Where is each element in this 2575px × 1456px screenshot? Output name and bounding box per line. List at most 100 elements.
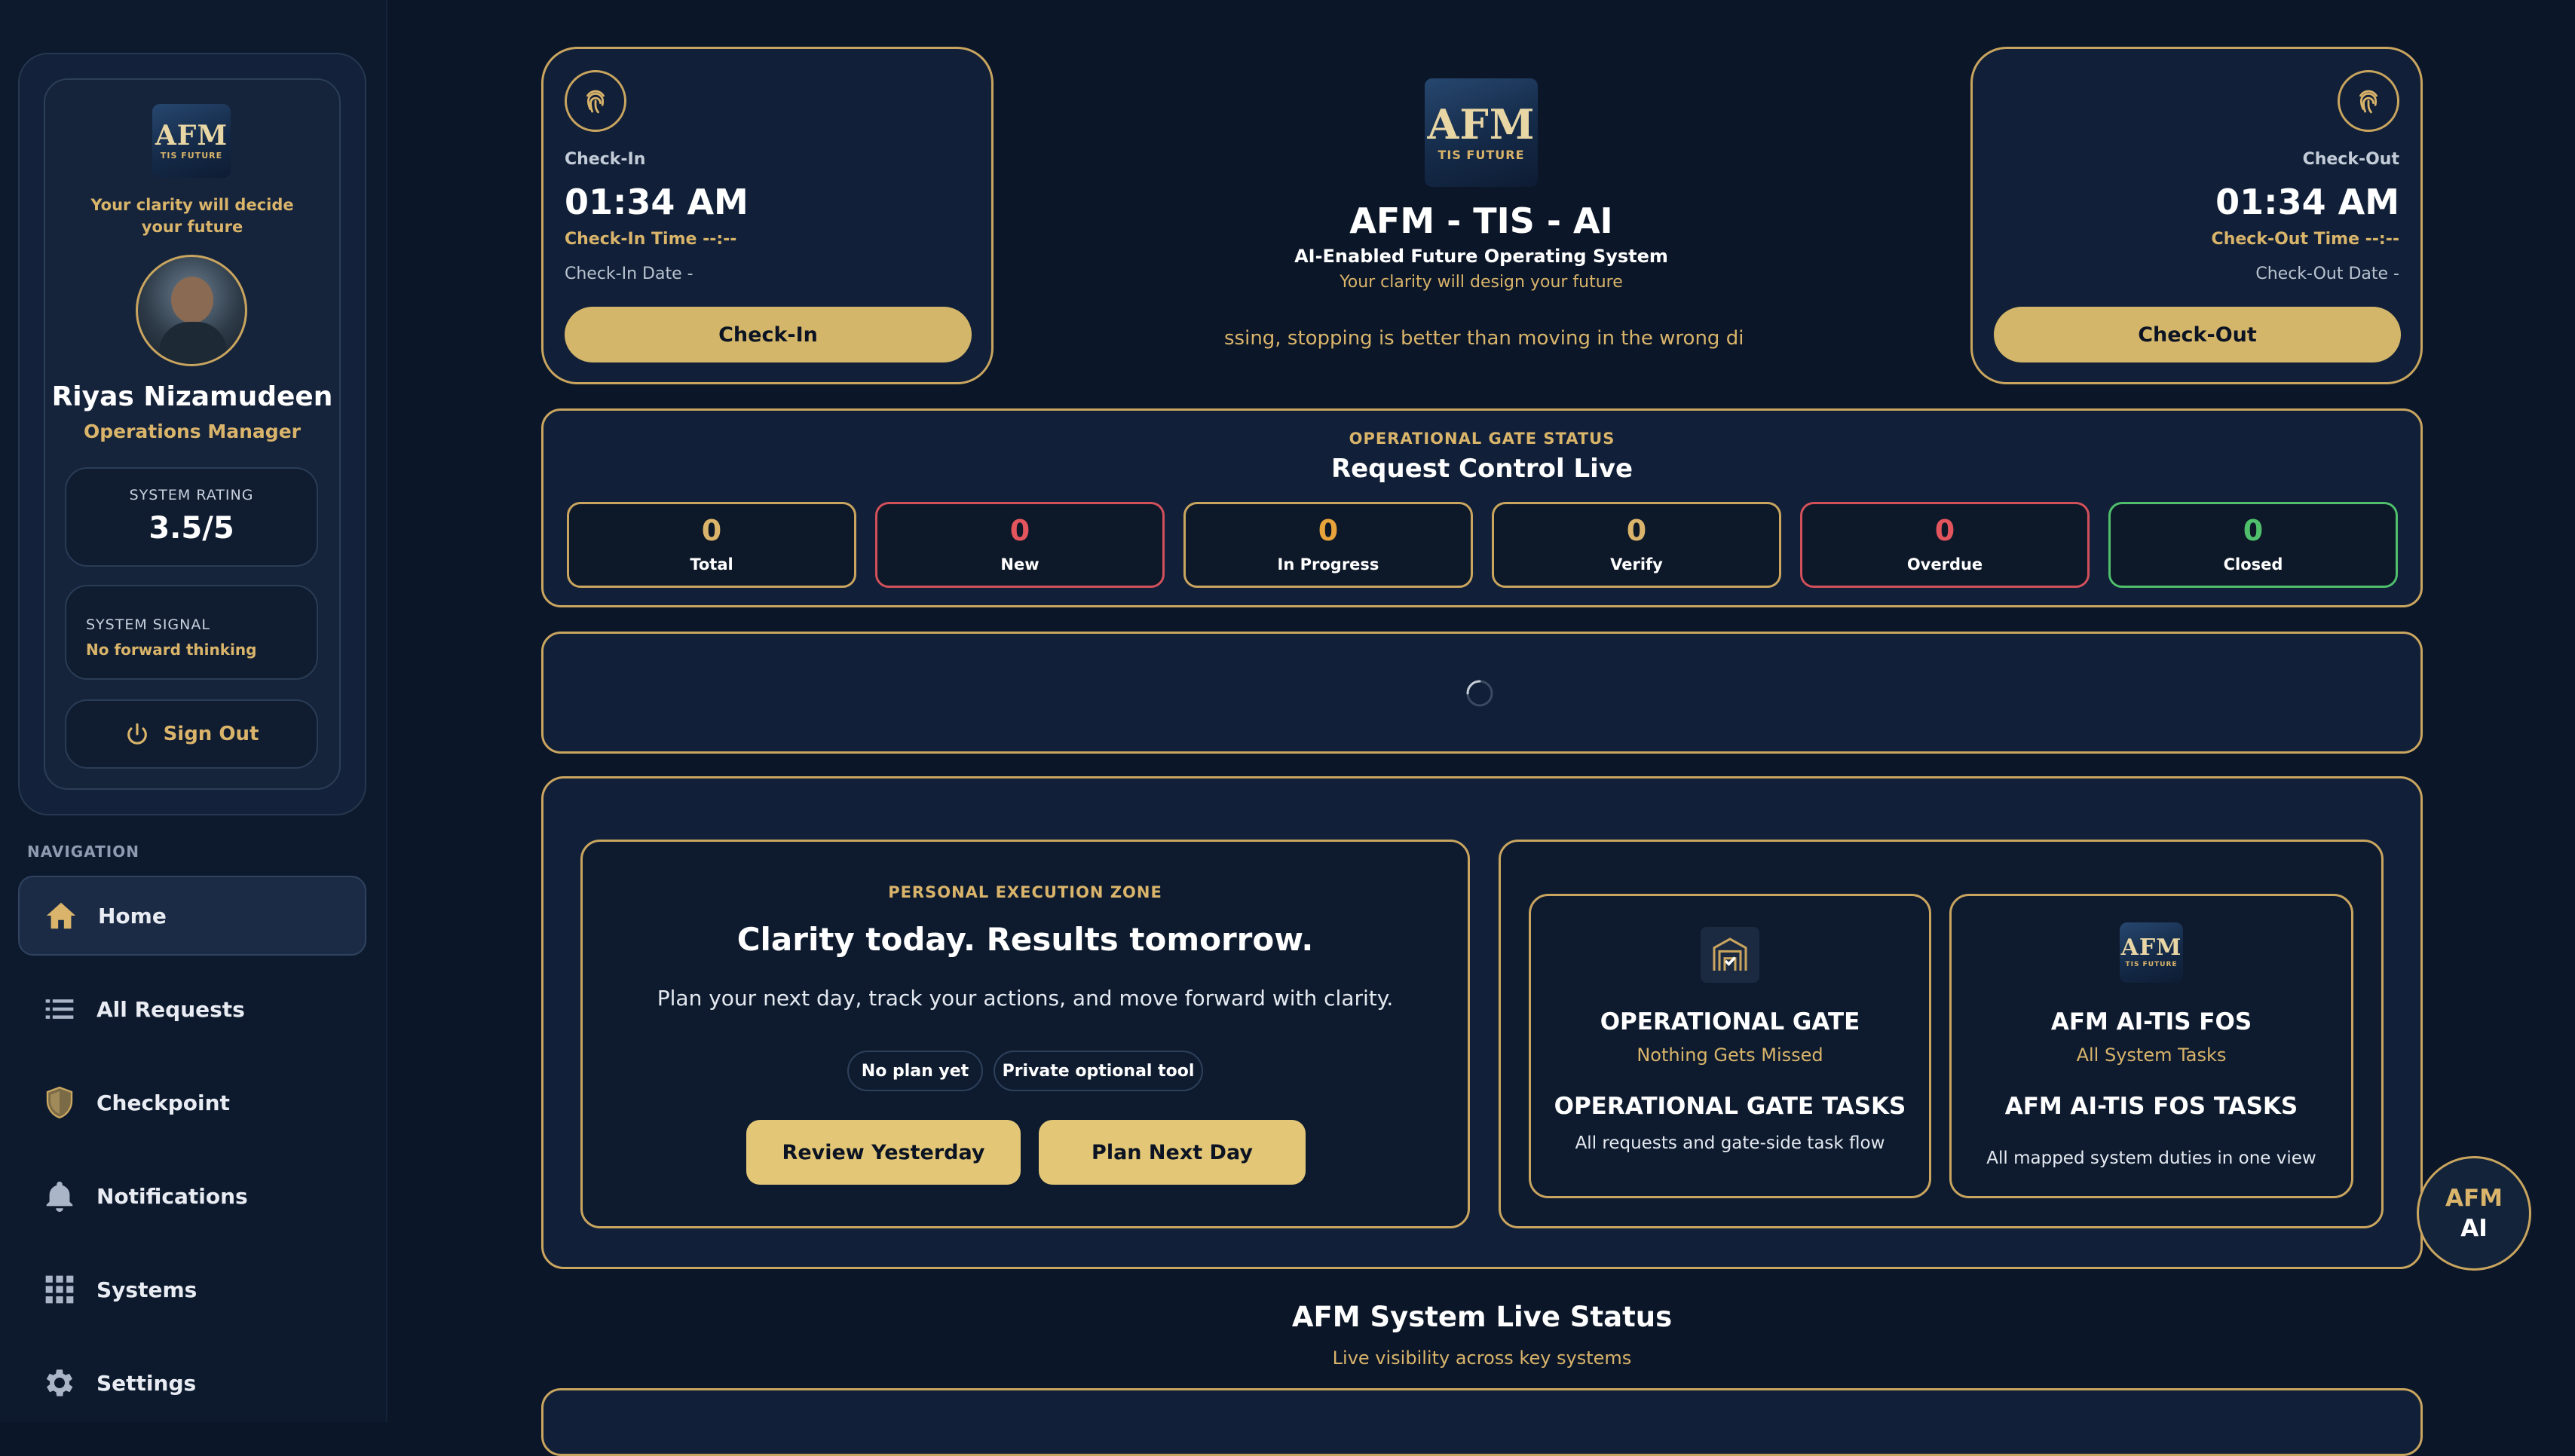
- stat-value: 0: [2243, 514, 2264, 547]
- gate-icon: [1701, 927, 1759, 983]
- nav-label: All Requests: [96, 996, 245, 1022]
- user-role: Operations Manager: [84, 421, 301, 442]
- sidebar-tagline: Your clarity will decide your future: [90, 196, 294, 236]
- nav-item-systems[interactable]: Systems: [18, 1250, 366, 1329]
- home-icon: [42, 897, 80, 934]
- stat-verify[interactable]: 0 Verify: [1492, 502, 1781, 588]
- nav-label: Checkpoint: [96, 1090, 230, 1115]
- system-signal-value: No forward thinking: [86, 641, 257, 659]
- stat-value: 0: [1009, 514, 1030, 547]
- bell-icon: [41, 1177, 78, 1215]
- ai-assistant-line1: AFM: [2445, 1184, 2503, 1212]
- fingerprint-icon: [2338, 70, 2399, 132]
- stat-label: In Progress: [1277, 555, 1379, 574]
- stat-value: 0: [1626, 514, 1647, 547]
- gear-icon: [41, 1364, 78, 1402]
- system-signal-label: SYSTEM SIGNAL: [86, 616, 210, 633]
- operational-gate-subtitle: Nothing Gets Missed: [1637, 1045, 1823, 1066]
- operational-gate-title: OPERATIONAL GATE: [1600, 1008, 1860, 1035]
- ai-assistant-button[interactable]: AFM AI: [2417, 1156, 2531, 1271]
- stat-value: 0: [1934, 514, 1955, 547]
- stat-label: Verify: [1610, 555, 1663, 574]
- list-icon: [41, 990, 78, 1028]
- stat-label: Closed: [2223, 555, 2283, 574]
- system-rating-label: SYSTEM RATING: [129, 487, 254, 503]
- nav-label: Notifications: [96, 1183, 248, 1209]
- sidebar-logo-subtext: TIS FUTURE: [160, 150, 223, 161]
- live-status-title: AFM System Live Status: [1291, 1301, 1673, 1333]
- fos-logo: AFM TIS FUTURE: [2120, 922, 2183, 983]
- system-signal-card: SYSTEM SIGNAL No forward thinking: [65, 585, 318, 680]
- nav-item-notifications[interactable]: Notifications: [18, 1156, 366, 1236]
- check-in-card: Check-In 01:34 AM Check-In Time --:-- Ch…: [541, 47, 994, 384]
- live-status-panel: [541, 1388, 2423, 1456]
- gate-status-eyebrow: OPERATIONAL GATE STATUS: [1349, 430, 1615, 448]
- stat-in-progress[interactable]: 0 In Progress: [1183, 502, 1473, 588]
- user-name: Riyas Nizamudeen: [51, 381, 333, 412]
- stat-label: Total: [690, 555, 733, 574]
- check-in-label: Check-In: [565, 150, 646, 169]
- fos-title: AFM AI-TIS FOS: [2050, 1008, 2252, 1035]
- fos-logo-text: AFM: [2120, 934, 2182, 961]
- power-icon: [127, 723, 147, 745]
- stat-total[interactable]: 0 Total: [567, 502, 856, 588]
- fos-tasks-desc: All mapped system duties in one view: [1986, 1149, 2316, 1168]
- nav-item-settings[interactable]: Settings: [18, 1343, 366, 1423]
- check-in-clock: 01:34 AM: [565, 182, 749, 222]
- execution-title: Clarity today. Results tomorrow.: [736, 921, 1314, 958]
- stat-label: New: [1000, 555, 1039, 574]
- chip-no-plan: No plan yet: [847, 1051, 983, 1091]
- brand-logo-subtext: TIS FUTURE: [1438, 147, 1525, 162]
- sign-out-label: Sign Out: [163, 723, 259, 745]
- execution-description: Plan your next day, track your actions, …: [657, 986, 1394, 1011]
- shield-icon: [41, 1084, 78, 1121]
- check-in-date: Check-In Date -: [565, 265, 694, 283]
- stat-label: Overdue: [1906, 555, 1983, 574]
- review-yesterday-button[interactable]: Review Yesterday: [746, 1120, 1021, 1185]
- operational-gate-tasks-title: OPERATIONAL GATE TASKS: [1554, 1093, 1906, 1120]
- brand-logo: AFM TIS FUTURE: [1425, 78, 1538, 187]
- brand-tagline: Your clarity will design your future: [1340, 273, 1623, 292]
- system-rating-card: SYSTEM RATING 3.5/5: [65, 467, 318, 567]
- nav-label: Systems: [96, 1277, 197, 1302]
- system-rating-value: 3.5/5: [148, 511, 234, 546]
- check-in-time: Check-In Time --:--: [565, 230, 737, 249]
- fos-logo-subtext: TIS FUTURE: [2125, 961, 2178, 968]
- execution-eyebrow: PERSONAL EXECUTION ZONE: [888, 883, 1162, 901]
- fos-tasks-title: AFM AI-TIS FOS TASKS: [2004, 1093, 2298, 1120]
- nav-item-all-requests[interactable]: All Requests: [18, 969, 366, 1049]
- sidebar-logo-text: AFM: [155, 119, 228, 151]
- stat-overdue[interactable]: 0 Overdue: [1800, 502, 2090, 588]
- live-status-subtitle: Live visibility across key systems: [1332, 1347, 1632, 1369]
- brand-subtitle: AI-Enabled Future Operating System: [1294, 246, 1668, 267]
- gate-status-title: Request Control Live: [1330, 454, 1633, 484]
- stat-closed[interactable]: 0 Closed: [2108, 502, 2398, 588]
- brand-logo-text: AFM: [1427, 99, 1536, 148]
- nav-label: Settings: [96, 1370, 197, 1396]
- stat-new[interactable]: 0 New: [875, 502, 1165, 588]
- fingerprint-icon: [565, 70, 626, 132]
- fos-subtitle: All System Tasks: [2076, 1045, 2227, 1066]
- check-out-time: Check-Out Time --:--: [2211, 230, 2399, 249]
- sidebar-logo: AFM TIS FUTURE: [152, 104, 231, 178]
- check-in-button[interactable]: Check-In: [565, 307, 972, 362]
- quote-marquee: ssing, stopping is better than moving in…: [1224, 327, 1744, 350]
- check-out-button[interactable]: Check-Out: [1994, 307, 2401, 362]
- nav-item-home[interactable]: Home: [18, 876, 366, 956]
- stat-value: 0: [701, 514, 722, 547]
- chip-private-tool: Private optional tool: [994, 1051, 1203, 1091]
- operational-gate-tasks-desc: All requests and gate-side task flow: [1575, 1133, 1885, 1153]
- brand-title: AFM - TIS - AI: [1349, 200, 1613, 241]
- nav-label: Home: [98, 903, 167, 928]
- grid-icon: [41, 1271, 78, 1308]
- ai-assistant-line2: AI: [2460, 1215, 2488, 1242]
- stat-value: 0: [1318, 514, 1339, 547]
- loading-spinner-icon: [1465, 678, 1495, 708]
- nav-item-checkpoint[interactable]: Checkpoint: [18, 1063, 366, 1142]
- nav-heading: NAVIGATION: [27, 843, 139, 861]
- sign-out-button[interactable]: Sign Out: [65, 699, 318, 769]
- avatar: [136, 255, 247, 366]
- plan-next-day-button[interactable]: Plan Next Day: [1039, 1120, 1306, 1185]
- check-out-card: Check-Out 01:34 AM Check-Out Time --:-- …: [1970, 47, 2423, 384]
- check-out-date: Check-Out Date -: [2255, 265, 2399, 283]
